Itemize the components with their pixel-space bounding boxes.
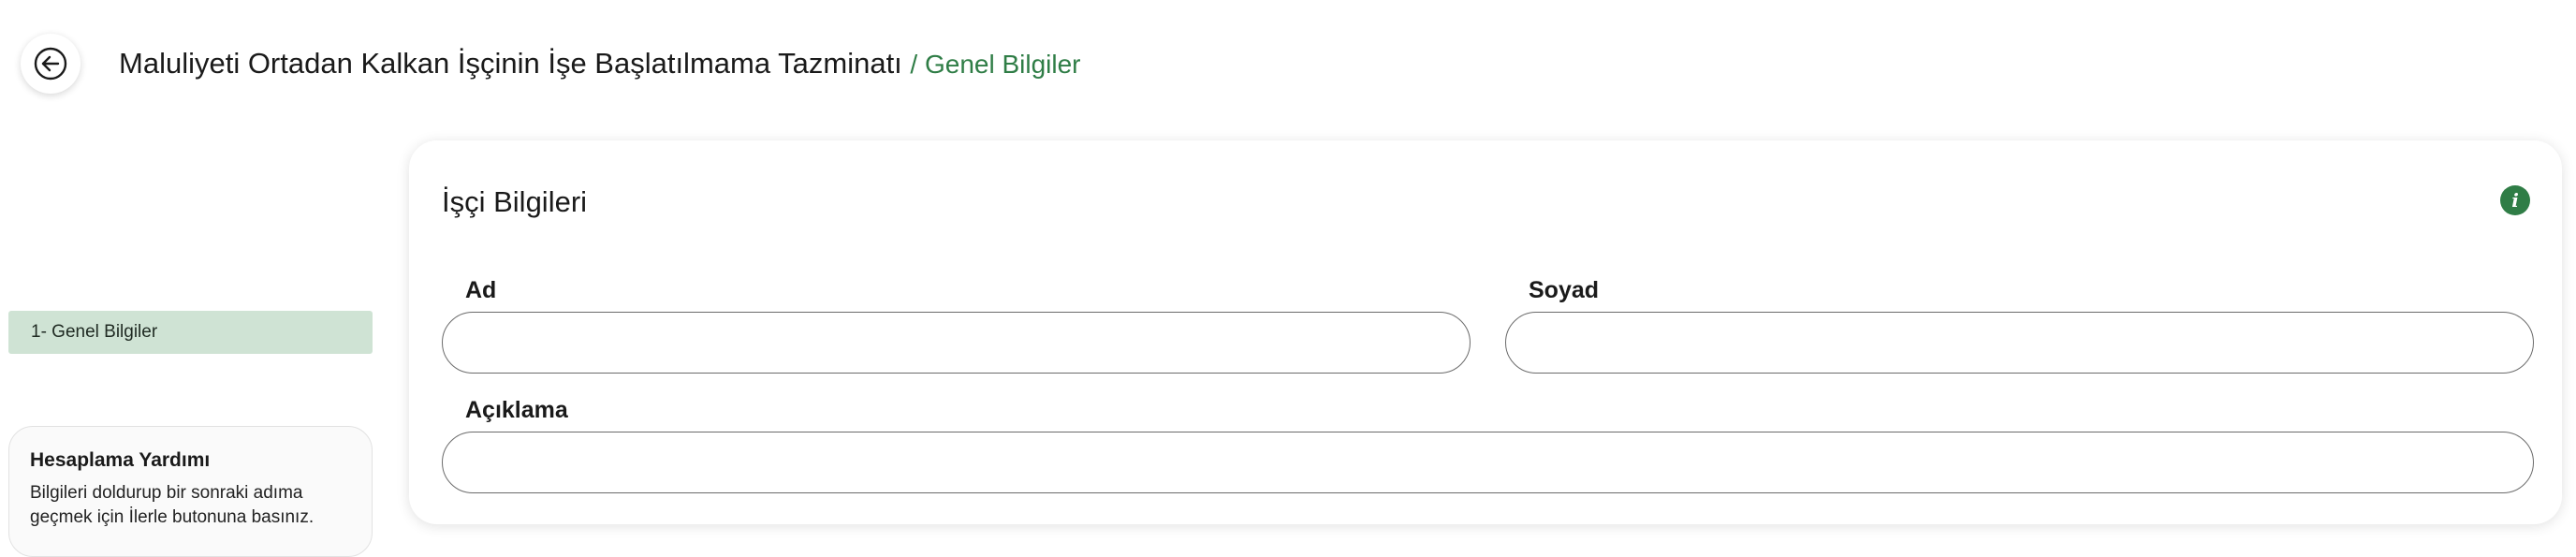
step-item-general-info[interactable]: 1- Genel Bilgiler [8, 311, 373, 354]
first-name-input[interactable] [442, 312, 1471, 374]
last-name-label: Soyad [1529, 277, 1600, 303]
first-name-label: Ad [465, 277, 497, 303]
page-title: Maluliyeti Ortadan Kalkan İşçinin İşe Ba… [119, 47, 902, 80]
section-title: İşçi Bilgileri [442, 185, 588, 218]
info-glyph-icon: i [2511, 189, 2519, 212]
help-card: Hesaplama Yardımı Bilgileri doldurup bir… [8, 426, 373, 557]
help-text: Bilgileri doldurup bir sonraki adıma geç… [30, 483, 315, 527]
description-label: Açıklama [465, 397, 568, 423]
arrow-left-circle-icon [34, 47, 67, 81]
page-header: Maluliyeti Ortadan Kalkan İşçinin İşe Ba… [119, 43, 1081, 85]
info-icon[interactable]: i [2500, 185, 2530, 215]
svg-text:i: i [2511, 189, 2519, 212]
step-item-label: 1- Genel Bilgiler [31, 322, 158, 342]
last-name-input[interactable] [1505, 312, 2534, 374]
back-button[interactable] [21, 34, 80, 94]
breadcrumb-current[interactable]: / Genel Bilgiler [910, 50, 1080, 79]
help-title: Hesaplama Yardımı [30, 449, 211, 471]
description-input[interactable] [442, 432, 2534, 493]
form-card: İşçi Bilgileri i Ad Soyad Açıklama [409, 140, 2562, 524]
